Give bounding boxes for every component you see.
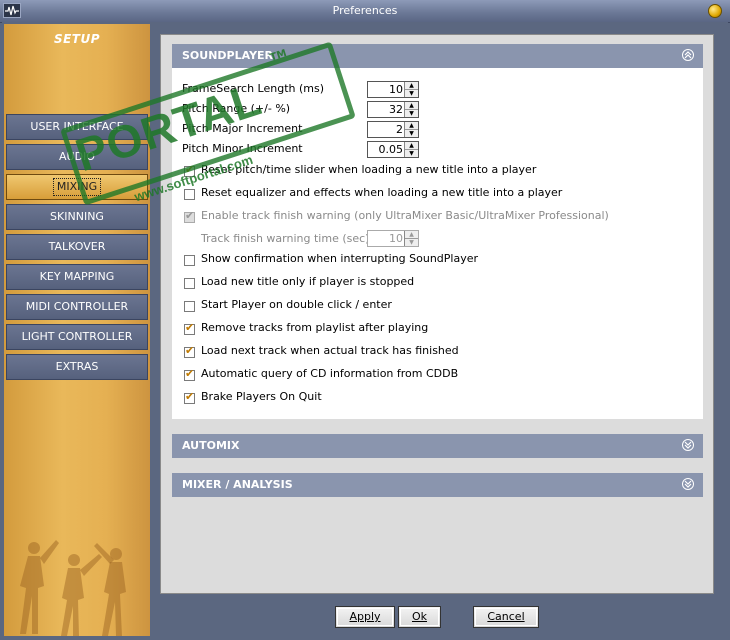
mixer-analysis-section-header[interactable]: MIXER / ANALYSIS (172, 473, 703, 497)
close-window-button[interactable] (708, 4, 722, 18)
window-title: Preferences (332, 4, 398, 17)
sidebar-item-user-interface[interactable]: USER INTERFACE (6, 114, 148, 140)
start-on-double-click-checkbox[interactable] (184, 301, 195, 312)
checkbox-label: Load new title only if player is stopped (201, 275, 415, 288)
checkbox-label: Show confirmation when interrupting Soun… (201, 252, 479, 265)
sidebar-item-mixing[interactable]: MIXING (6, 174, 148, 200)
pitch-range-spinner[interactable]: 32 ▲ ▼ (367, 101, 419, 118)
spinner-value: 10 (389, 232, 403, 245)
spin-down-icon[interactable]: ▼ (405, 239, 418, 246)
ok-button[interactable]: Ok (398, 606, 441, 628)
sidebar-item-label: MIDI CONTROLLER (25, 300, 129, 313)
checkbox-label: Enable track finish warning (only UltraM… (201, 209, 609, 222)
spin-down-icon[interactable]: ▼ (405, 90, 418, 97)
apply-button-label: Apply (349, 610, 381, 623)
section-title: MIXER / ANALYSIS (182, 478, 293, 491)
sidebar-item-label: TALKOVER (48, 240, 106, 253)
spinner-label: FrameSearch Length (ms) (182, 82, 325, 95)
checkbox-label: Automatic query of CD information from C… (201, 367, 459, 380)
section-title: AUTOMIX (182, 439, 240, 452)
load-next-track-checkbox[interactable] (184, 344, 195, 358)
checkbox-label: Remove tracks from playlist after playin… (201, 321, 429, 334)
soundplayer-section-header[interactable]: SOUNDPLAYER (172, 44, 703, 68)
track-finish-warning-checkbox[interactable] (184, 209, 195, 223)
spinner-value: 10 (389, 83, 403, 96)
sidebar-item-light-controller[interactable]: LIGHT CONTROLLER (6, 324, 148, 350)
sidebar-item-label: SKINNING (50, 210, 104, 223)
show-confirmation-checkbox[interactable] (184, 255, 195, 266)
spin-down-icon[interactable]: ▼ (405, 110, 418, 117)
cancel-button-label: Cancel (487, 610, 525, 623)
ok-button-label: Ok (411, 610, 428, 623)
sidebar-item-audio[interactable]: AUDIO (6, 144, 148, 170)
warning-time-label: Track finish warning time (sec) (201, 232, 370, 245)
spin-up-icon[interactable]: ▲ (405, 82, 418, 90)
expand-icon[interactable] (682, 439, 694, 451)
title-bar: Preferences (0, 0, 730, 23)
cancel-button[interactable]: Cancel (473, 606, 539, 628)
brake-players-checkbox[interactable] (184, 390, 195, 404)
sidebar-item-label: KEY MAPPING (39, 270, 115, 283)
sidebar-item-label: EXTRAS (55, 360, 99, 373)
collapse-icon[interactable] (682, 49, 694, 61)
cddb-query-checkbox[interactable] (184, 367, 195, 381)
framesearch-length-spinner[interactable]: 10 ▲ ▼ (367, 81, 419, 98)
automix-section-header[interactable]: AUTOMIX (172, 434, 703, 458)
pitch-major-increment-spinner[interactable]: 2 ▲ ▼ (367, 121, 419, 138)
checkbox-label: Start Player on double click / enter (201, 298, 392, 311)
reset-equalizer-checkbox[interactable] (184, 189, 195, 200)
spin-down-icon[interactable]: ▼ (405, 130, 418, 137)
checkbox-label: Reset pitch/time slider when loading a n… (201, 163, 537, 176)
dancers-illustration (20, 540, 126, 636)
spin-down-icon[interactable]: ▼ (405, 150, 418, 157)
spin-up-icon[interactable]: ▲ (405, 102, 418, 110)
sidebar-item-label: AUDIO (59, 150, 95, 163)
remove-tracks-checkbox[interactable] (184, 321, 195, 335)
checkbox-label: Reset equalizer and effects when loading… (201, 186, 563, 199)
pitch-minor-increment-spinner[interactable]: 0.05 ▲ ▼ (367, 141, 419, 158)
spinner-value: 0.05 (378, 143, 404, 156)
spinner-value: 32 (389, 103, 403, 116)
sidebar-item-midi-controller[interactable]: MIDI CONTROLLER (6, 294, 148, 320)
sidebar-item-extras[interactable]: EXTRAS (6, 354, 148, 380)
soundplayer-panel: FrameSearch Length (ms) 10 ▲ ▼ Pitch Rang… (172, 68, 703, 419)
sidebar-heading: SETUP (53, 32, 101, 46)
expand-icon[interactable] (682, 478, 694, 490)
sidebar: SETUP USER INTERFACE AUDIO MIXING SKINNI… (4, 24, 150, 636)
sidebar-item-label: LIGHT CONTROLLER (21, 330, 133, 343)
sidebar-item-label: USER INTERFACE (30, 120, 124, 133)
spinner-value: 2 (396, 123, 403, 136)
spin-up-icon[interactable]: ▲ (405, 122, 418, 130)
sidebar-item-talkover[interactable]: TALKOVER (6, 234, 148, 260)
reset-pitch-checkbox[interactable] (184, 163, 195, 177)
warning-time-spinner[interactable]: 10 ▲ ▼ (367, 230, 419, 247)
checkbox-label: Load next track when actual track has fi… (201, 344, 459, 357)
apply-button[interactable]: Apply (335, 606, 395, 628)
spin-up-icon[interactable]: ▲ (405, 142, 418, 150)
load-only-if-stopped-checkbox[interactable] (184, 278, 195, 289)
section-title: SOUNDPLAYER (182, 49, 274, 62)
sidebar-item-label: MIXING (52, 178, 102, 196)
checkbox-label: Brake Players On Quit (201, 390, 322, 403)
sidebar-item-key-mapping[interactable]: KEY MAPPING (6, 264, 148, 290)
spinner-label: Pitch Minor Increment (182, 142, 303, 155)
spinner-label: Pitch Major Increment (182, 122, 303, 135)
spin-up-icon[interactable]: ▲ (405, 231, 418, 239)
spinner-label: Pitch Range (+/- %) (182, 102, 291, 115)
sidebar-item-skinning[interactable]: SKINNING (6, 204, 148, 230)
